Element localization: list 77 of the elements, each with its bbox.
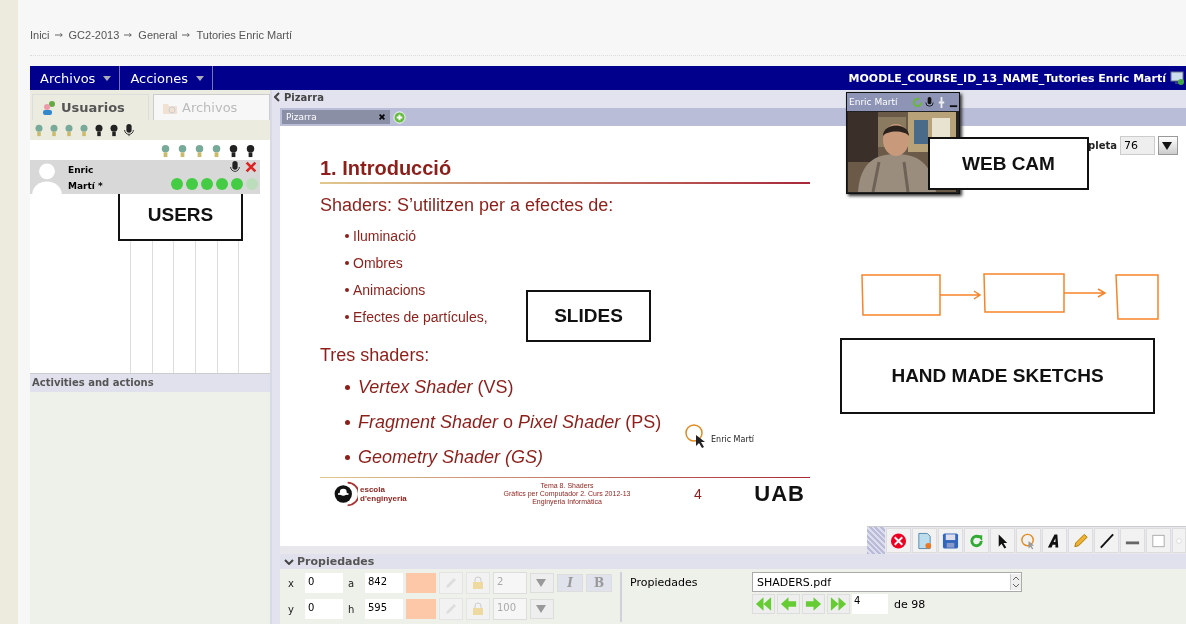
webcam-title: Enric Martí bbox=[849, 97, 898, 107]
checkbox-label: pleta bbox=[1088, 140, 1117, 151]
arrow-icon bbox=[54, 32, 64, 38]
spinner-icon[interactable] bbox=[1010, 574, 1021, 590]
input-field[interactable]: 0 bbox=[305, 573, 343, 593]
bullet-icon bbox=[345, 385, 350, 390]
add-icon[interactable] bbox=[393, 110, 406, 124]
chevron-left-icon[interactable] bbox=[274, 92, 280, 102]
annotation-label: HAND MADE SKETCHS bbox=[840, 338, 1155, 414]
users-icon[interactable] bbox=[41, 99, 57, 116]
document-select[interactable]: SHADERS.pdf bbox=[752, 572, 1022, 592]
slide-text: Tres shaders: bbox=[320, 344, 431, 366]
caret-icon[interactable] bbox=[1162, 141, 1172, 150]
user-row[interactable]: Enric Martí * bbox=[30, 160, 260, 194]
annotation-label: WEB CAM bbox=[928, 137, 1089, 190]
caret-icon[interactable] bbox=[103, 75, 112, 81]
input-field[interactable]: 0 bbox=[305, 599, 343, 619]
dropdown-button[interactable] bbox=[1158, 136, 1178, 155]
bullet-text: Fragment Shader o Pixel Shader (PS) bbox=[358, 412, 662, 433]
bullet-icon bbox=[345, 287, 349, 292]
bullet-icon bbox=[345, 420, 350, 425]
bullet-text: Vertex Shader (VS) bbox=[358, 377, 514, 398]
close-icon[interactable] bbox=[378, 113, 386, 121]
slide-title: 1. Introducció bbox=[320, 156, 453, 181]
field-label: x bbox=[287, 577, 295, 589]
arrow-icon bbox=[182, 32, 192, 38]
bullet-text: Animacions bbox=[353, 281, 426, 298]
university-logo: UAB bbox=[754, 481, 805, 507]
arrow-icon bbox=[124, 32, 134, 38]
caret-icon[interactable] bbox=[195, 75, 204, 81]
status-dot[interactable] bbox=[231, 178, 243, 190]
status-dot[interactable] bbox=[186, 178, 198, 190]
microphone-icon[interactable] bbox=[228, 160, 242, 174]
cursor-label: Enric Martí bbox=[711, 435, 755, 444]
status-dot[interactable] bbox=[171, 178, 183, 190]
color-swatch[interactable] bbox=[406, 599, 436, 619]
bullet-text: Iluminació bbox=[353, 227, 417, 244]
input-field[interactable]: 595 bbox=[365, 599, 403, 619]
bullet-text: Efectes de partícules, bbox=[353, 308, 488, 325]
course-title: MOODLE_COURSE_ID_13_NAME_Tutories Enric Martí bbox=[848, 71, 1166, 85]
slide-number: 4 bbox=[694, 486, 702, 502]
status-dot[interactable] bbox=[246, 178, 258, 190]
bullet-text: Ombres bbox=[353, 254, 403, 271]
field-label: a bbox=[347, 577, 356, 589]
panel-tab[interactable]: Usuarios bbox=[32, 94, 149, 120]
user-name: Enric Martí * bbox=[67, 164, 104, 193]
status-dot[interactable] bbox=[216, 178, 228, 190]
bullet-icon bbox=[345, 260, 349, 265]
zoom-field[interactable]: 76 bbox=[1120, 136, 1155, 155]
slide-text: Shaders: S’utilitzen per a efectes de: bbox=[320, 194, 615, 216]
breadcrumb-link[interactable]: Inici bbox=[30, 29, 50, 41]
bullet-text: Geometry Shader (GS) bbox=[358, 447, 544, 468]
page-count: de 98 bbox=[894, 597, 926, 611]
school-name: escola bbox=[360, 485, 386, 494]
breadcrumb-link[interactable]: General bbox=[138, 29, 178, 41]
page-field[interactable]: 4 bbox=[852, 594, 888, 614]
toolbar-grip[interactable] bbox=[867, 527, 885, 554]
panel-title: Pizarra bbox=[284, 91, 324, 103]
slider-icon[interactable] bbox=[936, 96, 947, 108]
color-swatch[interactable] bbox=[406, 573, 436, 593]
status-dot[interactable] bbox=[201, 178, 213, 190]
input-field[interactable]: 842 bbox=[365, 573, 403, 593]
annotation-label: SLIDES bbox=[526, 290, 651, 342]
chevron-down-icon[interactable] bbox=[284, 558, 294, 565]
field-label: y bbox=[287, 603, 295, 615]
school-name: d'enginyeria bbox=[360, 494, 407, 503]
field-label: Propiedades bbox=[630, 575, 699, 589]
microphone-icon[interactable] bbox=[122, 123, 136, 137]
breadcrumb-link[interactable]: GC2-2013 bbox=[68, 29, 120, 41]
bullet-icon bbox=[345, 314, 349, 319]
field-label: h bbox=[347, 603, 356, 615]
school-logo-icon bbox=[332, 481, 358, 507]
bullet-icon bbox=[345, 455, 350, 460]
bullet-icon bbox=[345, 233, 349, 238]
breadcrumb-link[interactable]: Tutories Enric Martí bbox=[196, 29, 293, 41]
panel-title: Propiedades bbox=[297, 555, 375, 568]
microphone-icon[interactable] bbox=[924, 96, 935, 108]
